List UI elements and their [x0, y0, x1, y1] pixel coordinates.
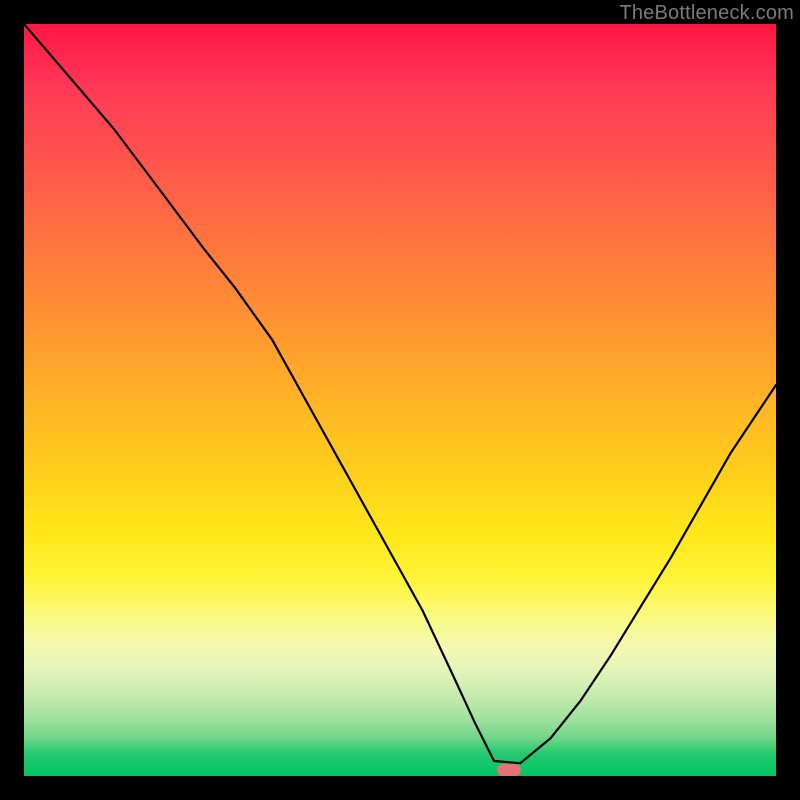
optimal-marker [497, 764, 521, 776]
bottleneck-curve [24, 24, 776, 776]
chart-frame: TheBottleneck.com [0, 0, 800, 800]
watermark-text: TheBottleneck.com [619, 2, 794, 25]
plot-area [24, 24, 776, 776]
